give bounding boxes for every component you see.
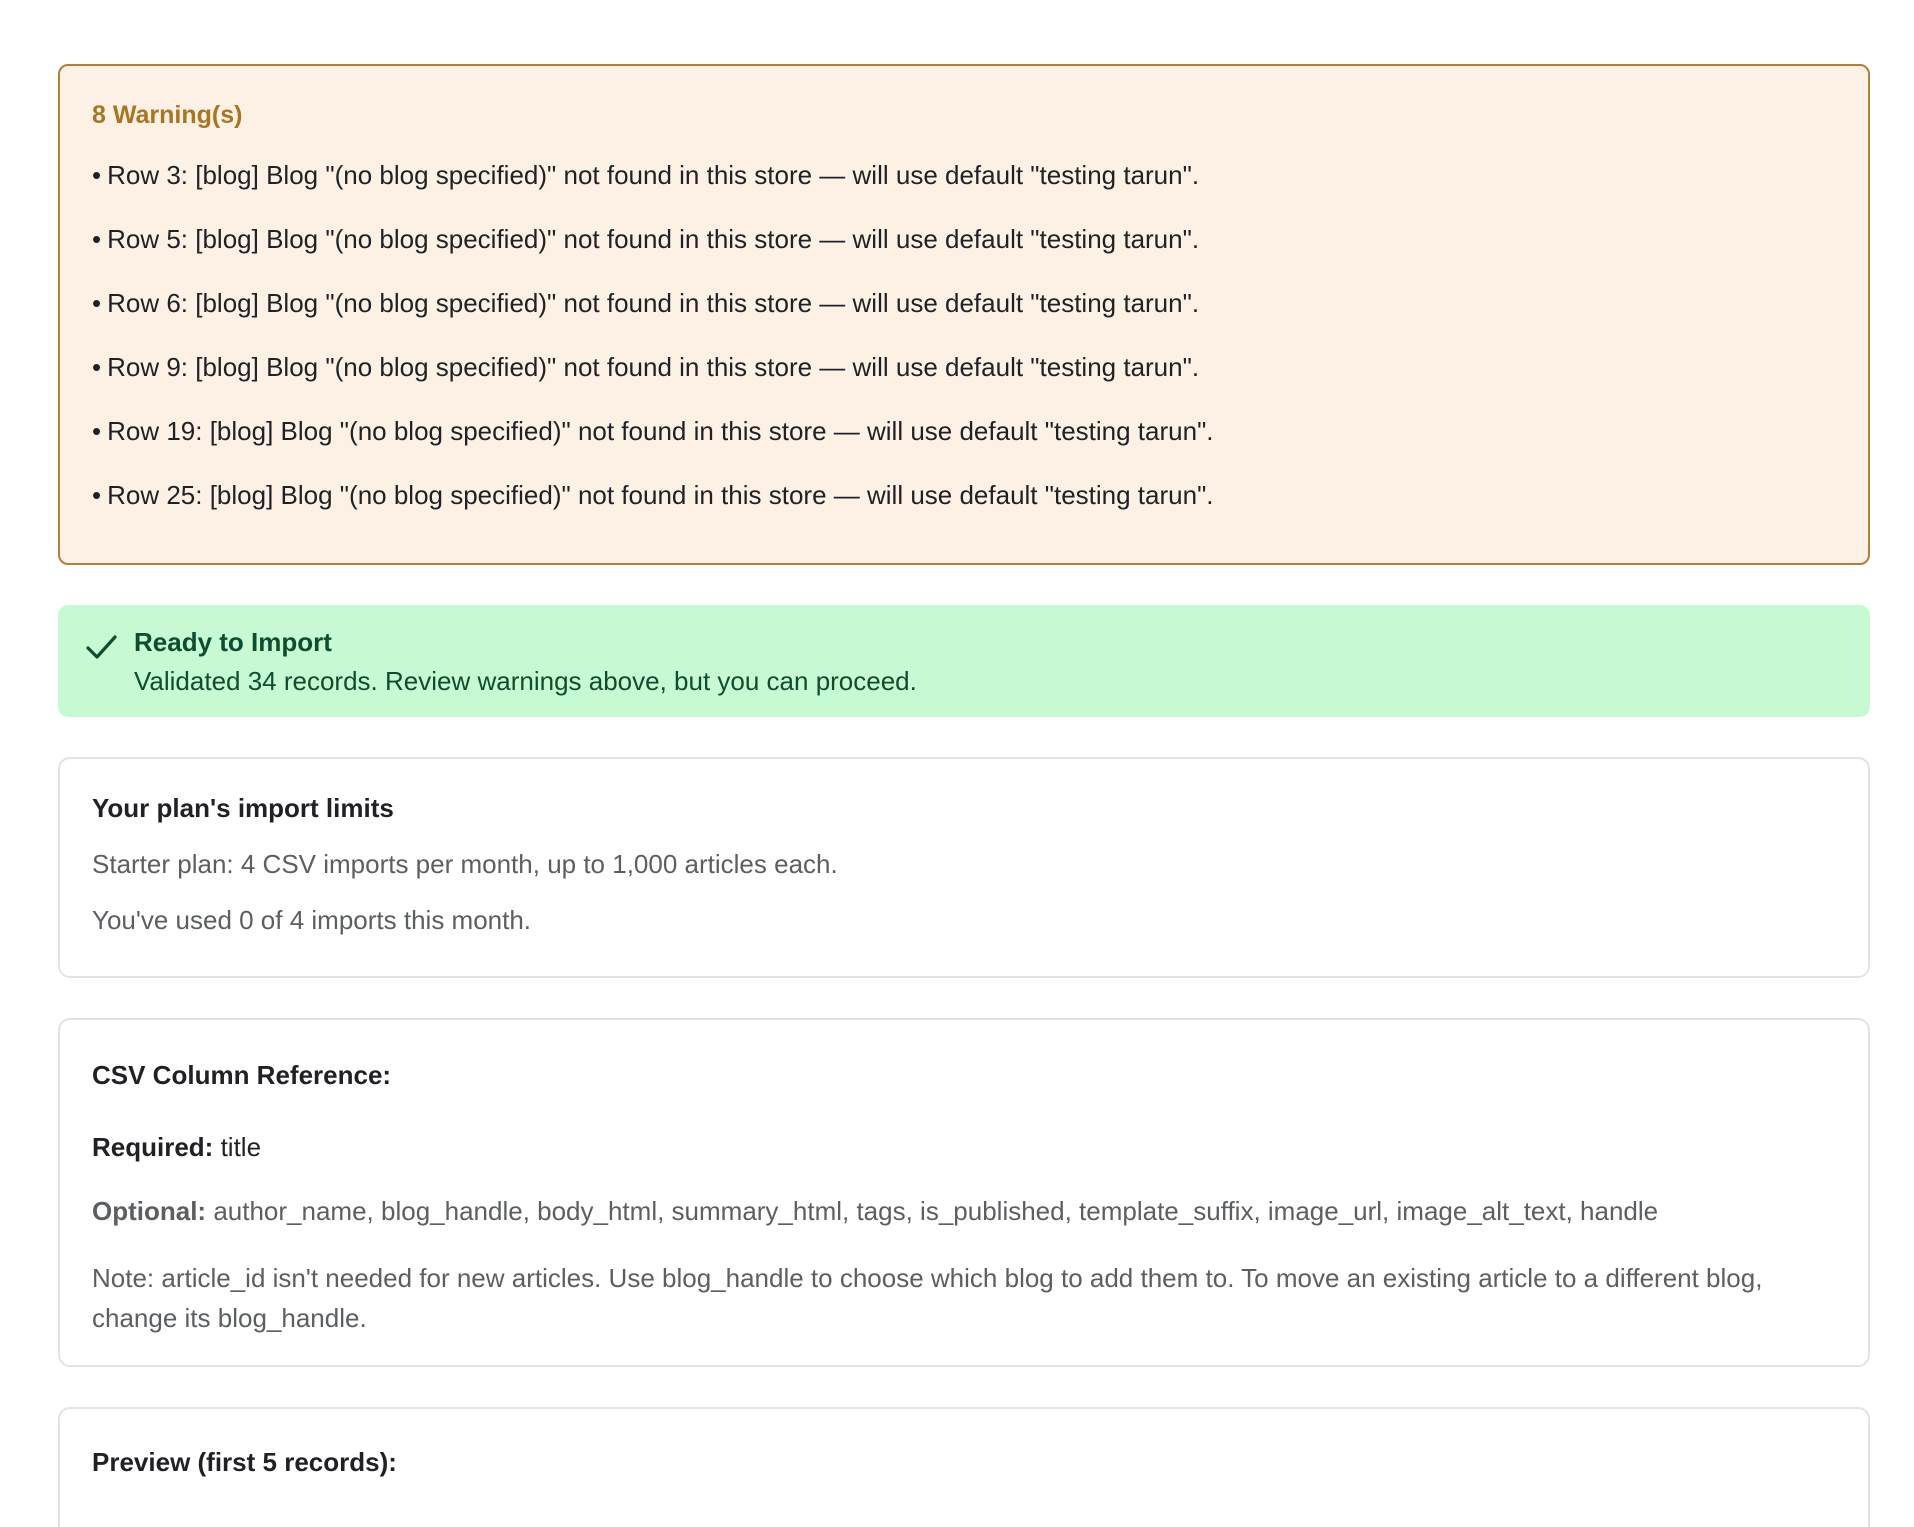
column-reference-note: Note: article_id isn't needed for new ar… (92, 1263, 1763, 1333)
warning-item: • Row 25: [blog] Blog "(no blog specified… (92, 478, 1836, 512)
csv-column-reference-card: CSV Column Reference: Required: title Op… (58, 1018, 1870, 1367)
ready-message: Validated 34 records. Review warnings ab… (134, 666, 917, 696)
bullet-icon: • (92, 480, 102, 510)
imports-usage-text: You've used 0 of 4 imports this month. (92, 905, 532, 935)
warning-item: • Row 6: [blog] Blog "(no blog specified)… (92, 286, 1836, 320)
warning-item: • Row 9: [blog] Blog "(no blog specified)… (92, 350, 1836, 384)
warning-text: Row 3: [blog] Blog "(no blog specified)"… (107, 160, 1200, 190)
bullet-icon: • (92, 224, 102, 254)
preview-card: Preview (first 5 records): (58, 1407, 1870, 1527)
bullet-icon: • (92, 288, 102, 318)
warning-text: Row 25: [blog] Blog "(no blog specified)… (107, 480, 1214, 510)
import-validation-page: 8 Warning(s) • Row 3: [blog] Blog "(no bl… (58, 64, 1870, 1527)
warnings-banner: 8 Warning(s) • Row 3: [blog] Blog "(no bl… (58, 64, 1870, 565)
ready-text-block: Ready to Import Validated 34 records. Re… (134, 625, 917, 699)
import-limits-card: Your plan's import limits Starter plan: … (58, 757, 1870, 978)
required-columns: Required: title (92, 1130, 1836, 1164)
warnings-title: 8 Warning(s) (92, 101, 243, 129)
bullet-icon: • (92, 416, 102, 446)
ready-to-import-banner: Ready to Import Validated 34 records. Re… (58, 605, 1870, 717)
bullet-icon: • (92, 352, 102, 382)
optional-label: Optional: (92, 1196, 207, 1226)
warnings-list: • Row 3: [blog] Blog "(no blog specified)… (92, 158, 1836, 512)
ready-title: Ready to Import (134, 627, 332, 657)
warning-item: • Row 3: [blog] Blog "(no blog specified)… (92, 158, 1836, 192)
warning-item: • Row 19: [blog] Blog "(no blog specified… (92, 414, 1836, 448)
required-columns-value: title (220, 1132, 262, 1162)
warning-text: Row 6: [blog] Blog "(no blog specified)"… (107, 288, 1200, 318)
optional-columns-value: author_name, blog_handle, body_html, sum… (213, 1196, 1659, 1226)
warning-text: Row 5: [blog] Blog "(no blog specified)"… (107, 224, 1200, 254)
plan-limits-text: Starter plan: 4 CSV imports per month, u… (92, 849, 838, 879)
preview-heading: Preview (first 5 records): (92, 1447, 397, 1477)
checkmark-icon (86, 635, 117, 659)
required-label: Required: (92, 1132, 214, 1162)
warning-item: • Row 5: [blog] Blog "(no blog specified)… (92, 222, 1836, 256)
warning-text: Row 19: [blog] Blog "(no blog specified)… (107, 416, 1214, 446)
limits-heading: Your plan's import limits (92, 793, 394, 823)
column-reference-heading: CSV Column Reference: (92, 1060, 392, 1090)
warning-text: Row 9: [blog] Blog "(no blog specified)"… (107, 352, 1200, 382)
bullet-icon: • (92, 160, 102, 190)
optional-columns: Optional: author_name, blog_handle, body… (92, 1194, 1836, 1228)
